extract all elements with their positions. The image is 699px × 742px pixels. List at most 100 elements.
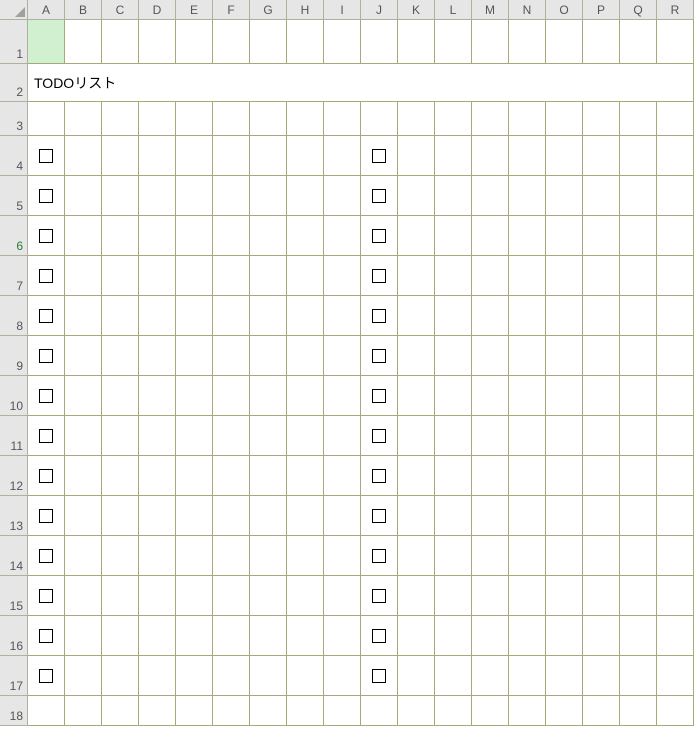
cell-E11[interactable]: [176, 416, 213, 456]
cell-E1[interactable]: [176, 20, 213, 64]
column-header-D[interactable]: D: [139, 0, 176, 20]
cell-L17[interactable]: [435, 656, 472, 696]
cell-G1[interactable]: [250, 20, 287, 64]
cell-C14[interactable]: [102, 536, 139, 576]
cell-K15[interactable]: [398, 576, 435, 616]
checkbox-A13[interactable]: [39, 509, 53, 523]
cell-E17[interactable]: [176, 656, 213, 696]
cell-K5[interactable]: [398, 176, 435, 216]
cell-J12[interactable]: [361, 456, 398, 496]
cell-I7[interactable]: [324, 256, 361, 296]
cell-L6[interactable]: [435, 216, 472, 256]
row-header-3[interactable]: 3: [0, 102, 28, 136]
cell-Q6[interactable]: [620, 216, 657, 256]
checkbox-A9[interactable]: [39, 349, 53, 363]
cell-C13[interactable]: [102, 496, 139, 536]
column-header-J[interactable]: J: [361, 0, 398, 20]
cell-J11[interactable]: [361, 416, 398, 456]
cell-L14[interactable]: [435, 536, 472, 576]
cell-R4[interactable]: [657, 136, 694, 176]
cell-F10[interactable]: [213, 376, 250, 416]
column-header-C[interactable]: C: [102, 0, 139, 20]
cell-I6[interactable]: [324, 216, 361, 256]
cell-G3[interactable]: [250, 102, 287, 136]
cell-D15[interactable]: [139, 576, 176, 616]
cell-N8[interactable]: [509, 296, 546, 336]
cell-E4[interactable]: [176, 136, 213, 176]
cell-E14[interactable]: [176, 536, 213, 576]
cell-N18[interactable]: [509, 696, 546, 726]
cell-M14[interactable]: [472, 536, 509, 576]
cell-L7[interactable]: [435, 256, 472, 296]
cell-Q12[interactable]: [620, 456, 657, 496]
cell-A18[interactable]: [28, 696, 65, 726]
cell-P12[interactable]: [583, 456, 620, 496]
cell-P3[interactable]: [583, 102, 620, 136]
cell-P11[interactable]: [583, 416, 620, 456]
cell-H9[interactable]: [287, 336, 324, 376]
checkbox-A10[interactable]: [39, 389, 53, 403]
cell-J10[interactable]: [361, 376, 398, 416]
row-header-17[interactable]: 17: [0, 656, 28, 696]
cell-I13[interactable]: [324, 496, 361, 536]
cell-F3[interactable]: [213, 102, 250, 136]
cell-J3[interactable]: [361, 102, 398, 136]
cell-R18[interactable]: [657, 696, 694, 726]
cell-O4[interactable]: [546, 136, 583, 176]
cell-G8[interactable]: [250, 296, 287, 336]
checkbox-J9[interactable]: [372, 349, 386, 363]
cell-I15[interactable]: [324, 576, 361, 616]
cell-A9[interactable]: [28, 336, 65, 376]
cell-O9[interactable]: [546, 336, 583, 376]
cell-Q15[interactable]: [620, 576, 657, 616]
cell-N15[interactable]: [509, 576, 546, 616]
cell-F17[interactable]: [213, 656, 250, 696]
cell-K1[interactable]: [398, 20, 435, 64]
cell-B16[interactable]: [65, 616, 102, 656]
cell-R13[interactable]: [657, 496, 694, 536]
row-header-14[interactable]: 14: [0, 536, 28, 576]
cell-D6[interactable]: [139, 216, 176, 256]
cell-H8[interactable]: [287, 296, 324, 336]
cell-D7[interactable]: [139, 256, 176, 296]
column-header-K[interactable]: K: [398, 0, 435, 20]
cell-H17[interactable]: [287, 656, 324, 696]
cell-M18[interactable]: [472, 696, 509, 726]
cell-N3[interactable]: [509, 102, 546, 136]
cell-M13[interactable]: [472, 496, 509, 536]
column-header-F[interactable]: F: [213, 0, 250, 20]
cell-H7[interactable]: [287, 256, 324, 296]
cell-E7[interactable]: [176, 256, 213, 296]
cell-Q8[interactable]: [620, 296, 657, 336]
column-header-L[interactable]: L: [435, 0, 472, 20]
cell-R17[interactable]: [657, 656, 694, 696]
cell-L1[interactable]: [435, 20, 472, 64]
cell-G6[interactable]: [250, 216, 287, 256]
cell-H3[interactable]: [287, 102, 324, 136]
cell-M17[interactable]: [472, 656, 509, 696]
cell-A7[interactable]: [28, 256, 65, 296]
checkbox-A14[interactable]: [39, 549, 53, 563]
cell-B12[interactable]: [65, 456, 102, 496]
row-header-4[interactable]: 4: [0, 136, 28, 176]
cell-E13[interactable]: [176, 496, 213, 536]
cell-L5[interactable]: [435, 176, 472, 216]
cell-O13[interactable]: [546, 496, 583, 536]
cell-Q5[interactable]: [620, 176, 657, 216]
checkbox-A16[interactable]: [39, 629, 53, 643]
checkbox-J16[interactable]: [372, 629, 386, 643]
cell-M9[interactable]: [472, 336, 509, 376]
cell-O12[interactable]: [546, 456, 583, 496]
cell-P8[interactable]: [583, 296, 620, 336]
row-header-6[interactable]: 6: [0, 216, 28, 256]
column-header-M[interactable]: M: [472, 0, 509, 20]
cell-H15[interactable]: [287, 576, 324, 616]
cell-A16[interactable]: [28, 616, 65, 656]
column-header-Q[interactable]: Q: [620, 0, 657, 20]
cell-F18[interactable]: [213, 696, 250, 726]
cell-I12[interactable]: [324, 456, 361, 496]
cell-N12[interactable]: [509, 456, 546, 496]
row-header-13[interactable]: 13: [0, 496, 28, 536]
cell-J17[interactable]: [361, 656, 398, 696]
cell-N4[interactable]: [509, 136, 546, 176]
